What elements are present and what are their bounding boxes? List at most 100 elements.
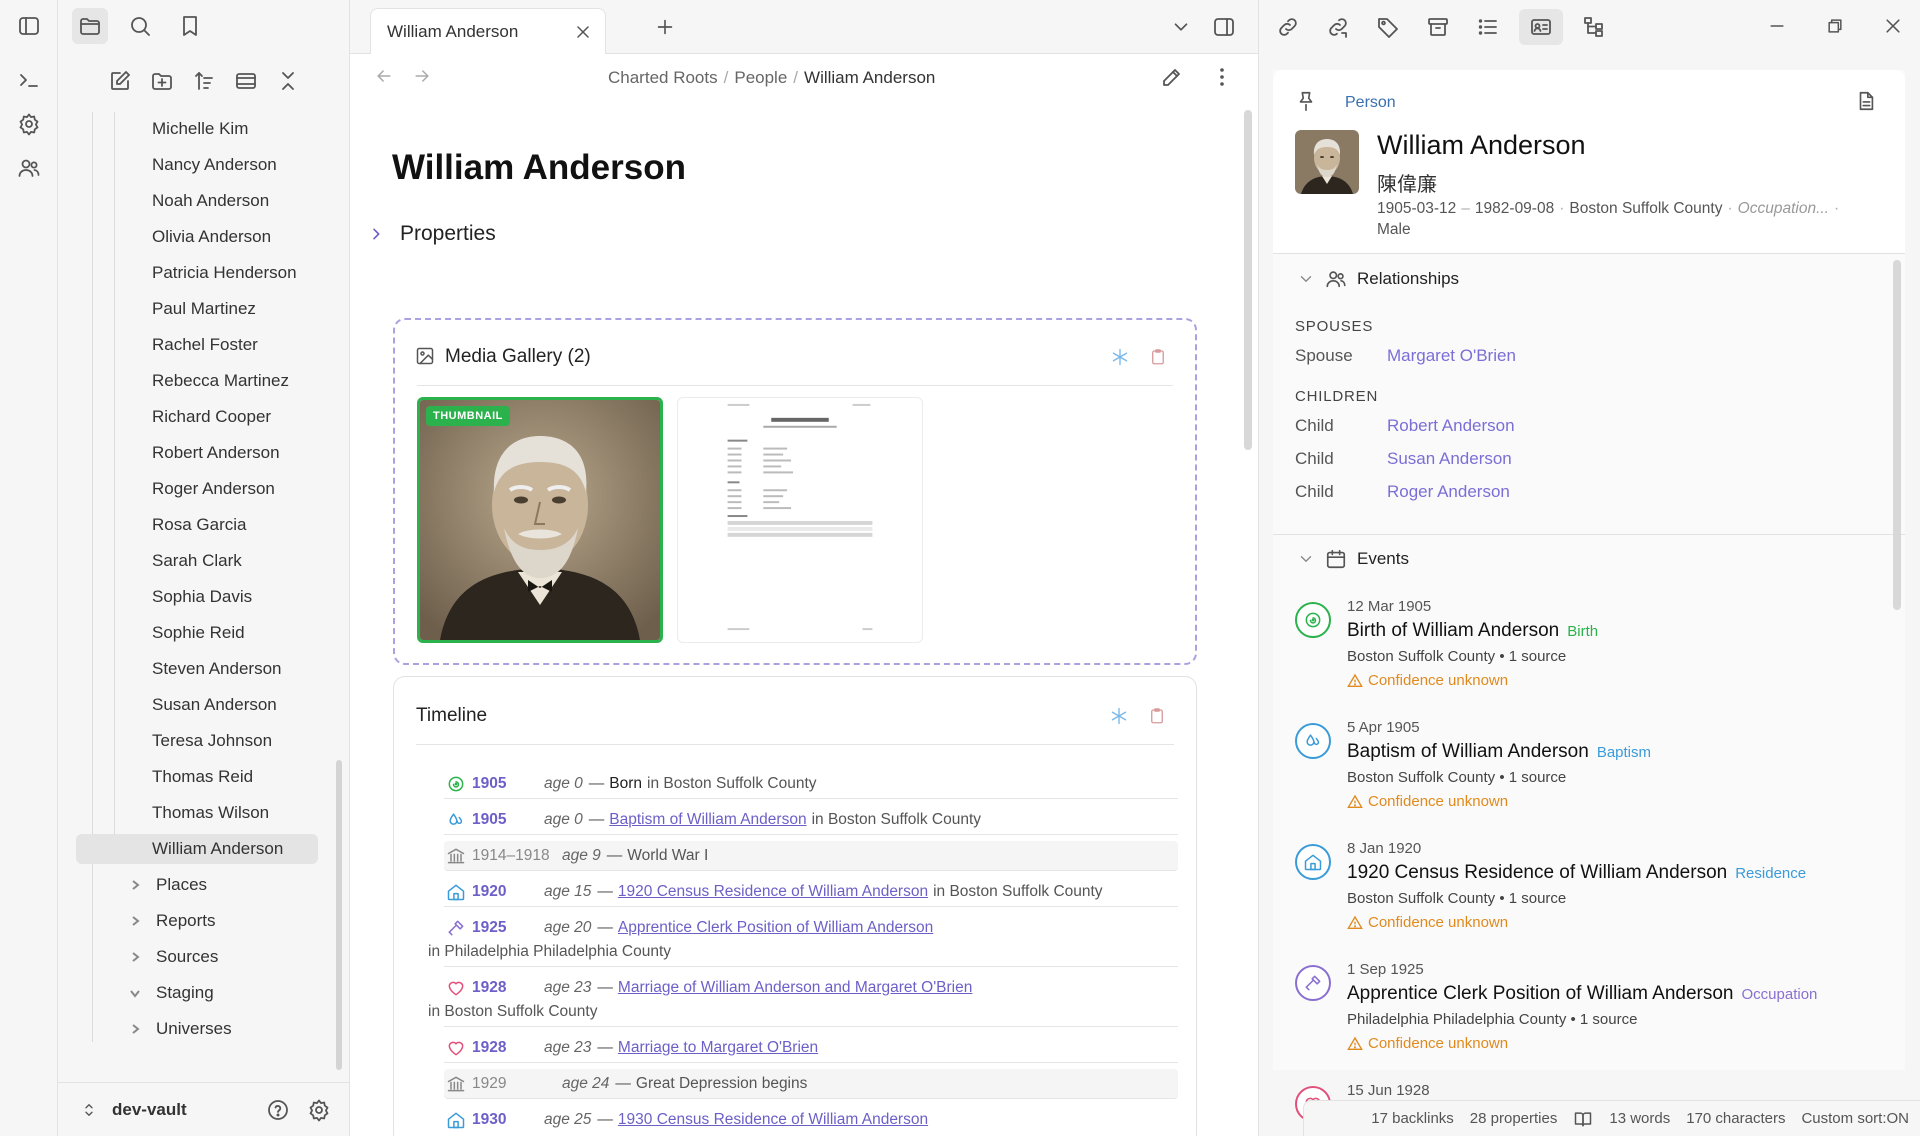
edit-pencil-icon[interactable] [1160, 65, 1184, 89]
clipboard-icon[interactable] [1148, 707, 1166, 725]
file-item[interactable]: Sophia Davis [152, 587, 252, 607]
timeline-event-link[interactable]: Marriage to Margaret O'Brien [618, 1039, 818, 1057]
spouse-link[interactable]: Margaret O'Brien [1387, 346, 1516, 365]
event-item[interactable]: 12 Mar 1905 Birth of William Anderson Birt… [1295, 598, 1895, 708]
sidebar-toggle-icon[interactable] [13, 10, 45, 42]
clipboard-icon[interactable] [1149, 348, 1167, 366]
sort-icon[interactable] [186, 63, 222, 99]
file-text-icon[interactable] [1855, 90, 1877, 112]
page-title[interactable]: William Anderson [392, 148, 686, 188]
link-person-icon[interactable] [1269, 9, 1307, 45]
custom-sort-status[interactable]: Custom sort:ON [1801, 1110, 1909, 1127]
properties-count[interactable]: 28 properties [1470, 1110, 1558, 1127]
person-card-icon[interactable] [1519, 9, 1563, 45]
properties-toggle[interactable]: Properties [368, 222, 496, 246]
sidebar-scrollbar[interactable] [336, 760, 342, 1070]
editor-scrollbar[interactable] [1244, 110, 1252, 450]
new-folder-icon[interactable] [144, 63, 180, 99]
file-item[interactable]: William Anderson [76, 834, 318, 864]
timeline-event-link[interactable]: Marriage of William Anderson and Margare… [618, 979, 972, 997]
file-item[interactable]: Patricia Henderson [152, 263, 297, 283]
relationships-header[interactable]: Relationships [1297, 268, 1459, 290]
vault-switcher[interactable]: dev-vault [58, 1082, 350, 1136]
tab-william-anderson[interactable]: William Anderson [370, 8, 606, 54]
file-item[interactable]: Noah Anderson [152, 191, 269, 211]
file-item[interactable]: Thomas Reid [152, 767, 253, 787]
death-date[interactable]: 1982-09-08 [1475, 200, 1554, 217]
file-item[interactable]: Roger Anderson [152, 479, 275, 499]
file-item[interactable]: Steven Anderson [152, 659, 281, 679]
child-link[interactable]: Susan Anderson [1387, 449, 1512, 468]
unlink-icon[interactable] [1319, 9, 1357, 45]
timeline-event-link[interactable]: Baptism of William Anderson [609, 811, 806, 829]
chevron-down-icon[interactable] [1170, 16, 1192, 38]
bookmark-icon[interactable] [172, 8, 208, 44]
file-item[interactable]: Nancy Anderson [152, 155, 277, 175]
folder-item-universes[interactable]: Universes [128, 1019, 232, 1039]
folder-icon[interactable] [72, 8, 108, 44]
events-header[interactable]: Events [1297, 548, 1409, 570]
terminal-icon[interactable] [13, 64, 45, 96]
event-title[interactable]: Birth of William Anderson [1347, 620, 1559, 641]
thumbnail-portrait[interactable]: THUMBNAIL [417, 397, 663, 643]
back-arrow-icon[interactable] [374, 66, 394, 86]
file-item[interactable]: Thomas Wilson [152, 803, 269, 823]
file-item[interactable]: Rachel Foster [152, 335, 258, 355]
birth-date[interactable]: 1905-03-12 [1377, 200, 1456, 217]
auto-reveal-icon[interactable] [228, 63, 264, 99]
event-title[interactable]: Apprentice Clerk Position of William And… [1347, 983, 1734, 1004]
file-item[interactable]: Robert Anderson [152, 443, 280, 463]
birth-place[interactable]: Boston Suffolk County [1569, 200, 1722, 217]
new-note-icon[interactable] [102, 63, 138, 99]
file-item[interactable]: Teresa Johnson [152, 731, 272, 751]
file-item[interactable]: Paul Martinez [152, 299, 256, 319]
help-icon[interactable] [266, 1098, 290, 1122]
new-tab-icon[interactable] [654, 16, 676, 38]
folder-item-staging[interactable]: Staging [128, 983, 214, 1003]
file-item[interactable]: Rosa Garcia [152, 515, 246, 535]
event-item[interactable]: 8 Jan 1920 1920 Census Residence of Willi… [1295, 840, 1895, 950]
timeline-event-link[interactable]: Apprentice Clerk Position of William And… [618, 919, 933, 937]
file-item[interactable]: Susan Anderson [152, 695, 277, 715]
window-close-icon[interactable] [1883, 16, 1903, 36]
folder-item-places[interactable]: Places [128, 875, 207, 895]
file-item[interactable]: Sarah Clark [152, 551, 242, 571]
family-group-sheet-document[interactable] [677, 397, 923, 643]
sex[interactable]: Male [1377, 221, 1411, 238]
snowflake-icon[interactable] [1110, 707, 1128, 725]
event-title[interactable]: 1920 Census Residence of William Anderso… [1347, 862, 1727, 883]
tag-icon[interactable] [1369, 9, 1407, 45]
event-title[interactable]: Baptism of William Anderson [1347, 741, 1589, 762]
folder-item-sources[interactable]: Sources [128, 947, 218, 967]
breadcrumb-folder[interactable]: People [734, 68, 787, 87]
gear-icon[interactable] [13, 108, 45, 140]
event-item[interactable]: 5 Apr 1905 Baptism of William Anderson Bap… [1295, 719, 1895, 829]
file-item[interactable]: Sophie Reid [152, 623, 245, 643]
vault-settings-icon[interactable] [307, 1098, 331, 1122]
avatar[interactable] [1295, 130, 1359, 194]
timeline-event-link[interactable]: 1930 Census Residence of William Anderso… [618, 1111, 928, 1129]
right-sidebar-toggle-icon[interactable] [1212, 15, 1236, 39]
breadcrumb-current[interactable]: William Anderson [804, 68, 935, 87]
backlinks-count[interactable]: 17 backlinks [1371, 1110, 1454, 1127]
right-scrollbar[interactable] [1893, 260, 1901, 610]
breadcrumb-root[interactable]: Charted Roots [608, 68, 718, 87]
forward-arrow-icon[interactable] [412, 66, 432, 86]
outline-list-icon[interactable] [1469, 9, 1507, 45]
folder-item-reports[interactable]: Reports [128, 911, 216, 931]
more-options-icon[interactable] [1210, 65, 1234, 89]
close-icon[interactable] [573, 22, 593, 42]
snowflake-icon[interactable] [1111, 348, 1129, 366]
event-item[interactable]: 1 Sep 1925 Apprentice Clerk Position of W… [1295, 961, 1895, 1071]
restore-icon[interactable] [1825, 16, 1845, 36]
minimize-icon[interactable] [1767, 16, 1787, 36]
pin-icon[interactable] [1295, 90, 1317, 112]
child-link[interactable]: Robert Anderson [1387, 416, 1515, 435]
file-item[interactable]: Rebecca Martinez [152, 371, 289, 391]
people-icon[interactable] [13, 152, 45, 184]
file-item[interactable]: Michelle Kim [152, 119, 248, 139]
archive-icon[interactable] [1419, 9, 1457, 45]
book-open-icon[interactable] [1573, 1109, 1593, 1129]
family-tree-icon[interactable] [1575, 9, 1613, 45]
collapse-all-icon[interactable] [270, 63, 306, 99]
